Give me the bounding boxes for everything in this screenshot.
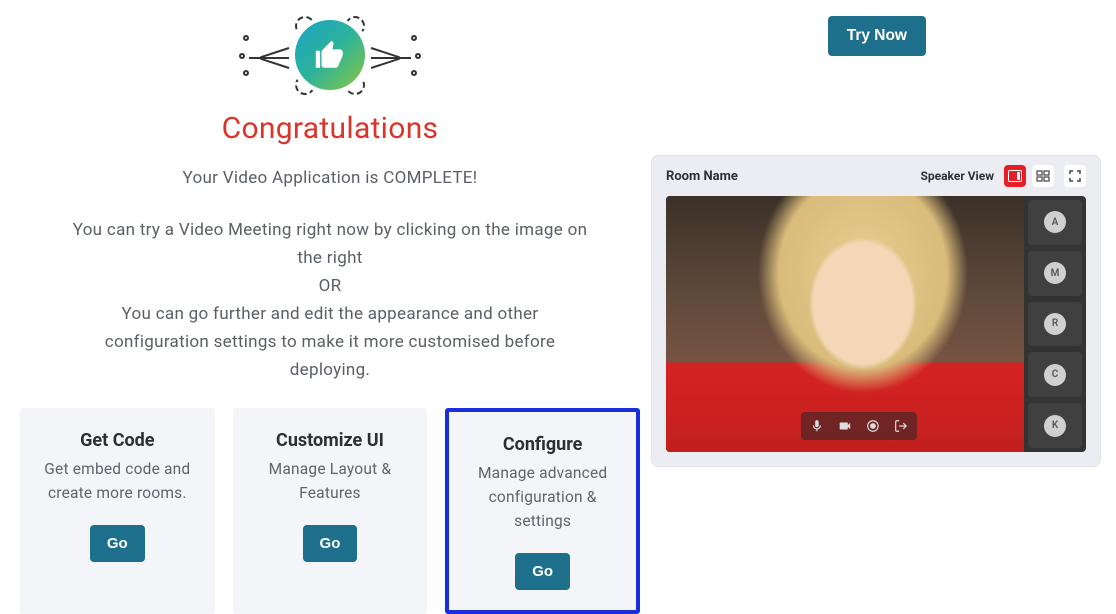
page-title: Congratulations bbox=[222, 111, 439, 146]
try-now-button[interactable]: Try Now bbox=[828, 16, 926, 56]
camera-button[interactable] bbox=[832, 415, 858, 437]
avatar: K bbox=[1044, 415, 1066, 437]
record-button[interactable] bbox=[860, 415, 886, 437]
avatar: C bbox=[1044, 364, 1066, 386]
card-title: Get Code bbox=[80, 430, 154, 451]
speaker-view-label: Speaker View bbox=[921, 169, 995, 183]
video-control-bar bbox=[801, 412, 917, 440]
grid-view-button[interactable] bbox=[1032, 165, 1054, 187]
page-subtitle: Your Video Application is COMPLETE! bbox=[183, 168, 478, 188]
action-cards-row: Get Code Get embed code and create more … bbox=[20, 408, 640, 614]
mic-button[interactable] bbox=[804, 415, 830, 437]
instructions-line1: You can try a Video Meeting right now by… bbox=[73, 220, 588, 268]
card-configure: Configure Manage advanced configuration … bbox=[445, 408, 640, 614]
avatar: R bbox=[1044, 313, 1066, 335]
leave-button[interactable] bbox=[888, 415, 914, 437]
instructions-text: You can try a Video Meeting right now by… bbox=[70, 216, 590, 384]
speaker-view-button[interactable] bbox=[1004, 165, 1026, 187]
participant-tile[interactable]: M bbox=[1028, 251, 1082, 296]
card-title: Configure bbox=[503, 434, 583, 455]
participant-tile[interactable]: A bbox=[1028, 200, 1082, 245]
video-preview-panel[interactable]: Room Name Speaker View A bbox=[652, 156, 1100, 466]
participant-thumbnails: A M R C K bbox=[1028, 200, 1082, 448]
avatar: A bbox=[1044, 211, 1066, 233]
card-customize-ui: Customize UI Manage Layout & Features Go bbox=[233, 408, 428, 614]
card-desc: Get embed code and create more rooms. bbox=[34, 457, 201, 505]
room-name-label: Room Name bbox=[666, 169, 738, 184]
go-button-configure[interactable]: Go bbox=[515, 553, 570, 590]
card-get-code: Get Code Get embed code and create more … bbox=[20, 408, 215, 614]
card-desc: Manage advanced configuration & settings bbox=[463, 461, 622, 533]
go-button-get-code[interactable]: Go bbox=[90, 525, 145, 562]
fullscreen-button[interactable] bbox=[1064, 165, 1086, 187]
avatar: M bbox=[1044, 262, 1066, 284]
participant-tile[interactable]: K bbox=[1028, 403, 1082, 448]
participant-tile[interactable]: C bbox=[1028, 352, 1082, 397]
main-video-feed bbox=[666, 196, 1024, 452]
card-desc: Manage Layout & Features bbox=[247, 457, 414, 505]
instructions-line2: You can go further and edit the appearan… bbox=[105, 304, 555, 380]
video-header: Room Name Speaker View bbox=[652, 156, 1100, 196]
card-title: Customize UI bbox=[276, 430, 384, 451]
instructions-or: OR bbox=[319, 276, 342, 296]
go-button-customize-ui[interactable]: Go bbox=[303, 525, 358, 562]
participant-tile[interactable]: R bbox=[1028, 302, 1082, 347]
video-stage: A M R C K bbox=[666, 196, 1086, 452]
success-icon bbox=[255, 10, 405, 101]
